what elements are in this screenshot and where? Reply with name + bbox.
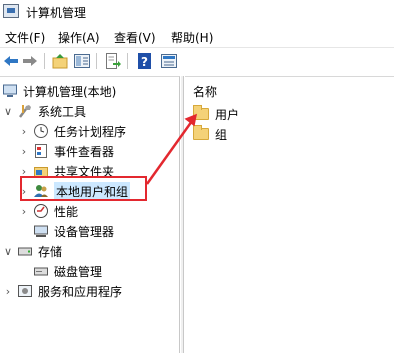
forward-arrow-icon[interactable] [21, 52, 39, 70]
svg-text:?: ? [141, 55, 148, 69]
disk-icon [33, 263, 49, 279]
tree-label: 存储 [38, 244, 63, 259]
chevron-right-icon[interactable]: › [2, 285, 14, 298]
tree-label: 任务计划程序 [54, 124, 127, 139]
chevron-right-icon[interactable]: › [18, 145, 30, 158]
column-header-name[interactable]: 名称 [193, 83, 217, 100]
menu-action[interactable]: 操作(A) [58, 29, 100, 46]
tools-icon [17, 103, 33, 119]
chevron-down-icon[interactable]: ∨ [2, 105, 14, 118]
menu-bar: 文件(F) 操作(A) 查看(V) 帮助(H) [0, 26, 394, 46]
list-item-label: 用户 [215, 107, 240, 122]
tree-item-system-tools[interactable]: ∨ 系统工具 [2, 101, 86, 121]
chevron-right-icon[interactable]: › [18, 205, 30, 218]
services-icon [17, 283, 33, 299]
title-bar: 计算机管理 [0, 0, 394, 24]
toolbar-separator [44, 53, 45, 69]
tree-label: 设备管理器 [54, 224, 115, 239]
tree-label: 系统工具 [38, 104, 87, 119]
content-pane: 名称 用户 组 [185, 76, 394, 353]
toolbar: ? [0, 47, 394, 73]
computer-management-icon [3, 4, 19, 18]
back-arrow-icon[interactable] [2, 52, 20, 70]
help-icon[interactable]: ? [136, 52, 154, 70]
menu-file[interactable]: 文件(F) [5, 29, 45, 46]
event-viewer-icon [33, 143, 49, 159]
tree-item-storage[interactable]: ∨ 存储 [2, 241, 62, 261]
clock-icon [33, 123, 49, 139]
window-title: 计算机管理 [26, 6, 87, 20]
menu-view[interactable]: 查看(V) [114, 29, 156, 46]
show-hide-tree-icon[interactable] [73, 52, 91, 70]
tree-item-device-manager[interactable]: 设备管理器 [33, 221, 114, 241]
properties-icon[interactable] [160, 52, 178, 70]
performance-icon [33, 203, 49, 219]
menu-help[interactable]: 帮助(H) [171, 29, 213, 46]
chevron-down-icon[interactable]: ∨ [2, 245, 14, 258]
tree-label: 性能 [54, 204, 79, 219]
tree-item-computer-management[interactable]: 计算机管理(本地) [2, 81, 116, 101]
folder-icon [193, 125, 209, 140]
toolbar-separator [96, 53, 97, 69]
annotation-highlight-box [20, 176, 147, 201]
tree-label: 服务和应用程序 [38, 284, 123, 299]
pane-splitter[interactable] [181, 76, 184, 353]
list-item-groups[interactable]: 组 [193, 125, 227, 143]
tree-label: 磁盘管理 [54, 264, 103, 279]
up-folder-icon[interactable] [51, 52, 69, 70]
list-item-label: 组 [215, 127, 228, 142]
chevron-right-icon[interactable]: › [18, 125, 30, 138]
storage-icon [17, 243, 33, 259]
tree-item-performance[interactable]: › 性能 [18, 201, 78, 221]
tree-item-task-scheduler[interactable]: › 任务计划程序 [18, 121, 126, 141]
computer-icon [2, 83, 18, 99]
toolbar-separator [127, 53, 128, 69]
tree-item-disk-management[interactable]: 磁盘管理 [33, 261, 102, 281]
tree-label: 计算机管理(本地) [23, 84, 117, 99]
tree-item-event-viewer[interactable]: › 事件查看器 [18, 141, 114, 161]
tree-item-services-apps[interactable]: › 服务和应用程序 [2, 281, 122, 301]
tree-label: 事件查看器 [54, 144, 115, 159]
navigation-tree: 计算机管理(本地) ∨ 系统工具 › 任务计划程序 › 事件查看器 › 共享文件… [0, 76, 180, 353]
export-list-icon[interactable] [104, 52, 122, 70]
folder-icon [193, 105, 209, 120]
device-manager-icon [33, 223, 49, 239]
list-item-users[interactable]: 用户 [193, 105, 239, 123]
